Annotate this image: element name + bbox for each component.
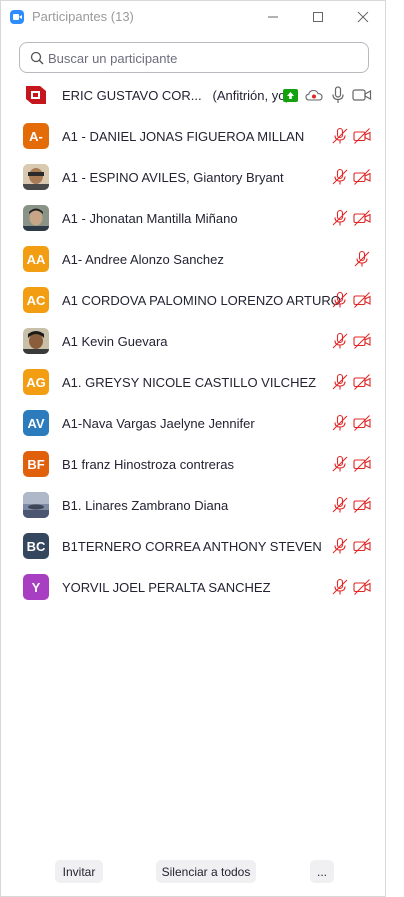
participant-name: B1TERNERO CORREA ANTHONY STEVEN bbox=[62, 539, 322, 554]
participant-avatar: AV bbox=[23, 410, 49, 436]
participant-avatar: BC bbox=[23, 533, 49, 559]
close-button[interactable] bbox=[340, 1, 385, 33]
participant-name: B1. Linares Zambrano Diana bbox=[62, 498, 229, 513]
participant-avatar: A- bbox=[23, 123, 49, 149]
participant-name: A1 - Jhonatan Mantilla Miñano bbox=[62, 211, 238, 226]
close-icon bbox=[357, 11, 368, 23]
video-off-icon[interactable] bbox=[353, 209, 371, 227]
video-off-icon[interactable] bbox=[353, 291, 371, 309]
microphone-icon[interactable] bbox=[330, 86, 346, 104]
muted-microphone-icon[interactable] bbox=[331, 455, 349, 473]
participant-row-host[interactable]: ERIC GUSTAVO COR... (Anfitrión, yo) bbox=[1, 75, 387, 116]
participant-avatar: AG bbox=[23, 369, 49, 395]
muted-microphone-icon[interactable] bbox=[331, 537, 349, 555]
host-name-text: ERIC GUSTAVO COR... bbox=[62, 88, 202, 103]
participant-avatar: AA bbox=[23, 246, 49, 272]
video-off-icon[interactable] bbox=[353, 578, 371, 596]
mute-all-button[interactable]: Silenciar a todos bbox=[156, 860, 256, 883]
muted-microphone-icon[interactable] bbox=[353, 250, 371, 268]
muted-microphone-icon[interactable] bbox=[331, 332, 349, 350]
participant-avatar: BF bbox=[23, 451, 49, 477]
search-input[interactable]: Buscar un participante bbox=[48, 51, 177, 66]
participant-avatar-photo bbox=[23, 328, 49, 354]
participant-row[interactable]: AC A1 CORDOVA PALOMINO LORENZO ARTURO bbox=[1, 280, 387, 321]
video-off-icon[interactable] bbox=[353, 414, 371, 432]
participant-avatar-photo bbox=[23, 205, 49, 231]
title-bar: Participantes (13) bbox=[1, 1, 387, 33]
video-off-icon[interactable] bbox=[353, 168, 371, 186]
participant-name: A1 CORDOVA PALOMINO LORENZO ARTURO bbox=[62, 293, 341, 308]
minimize-icon bbox=[267, 16, 278, 18]
share-screen-icon bbox=[283, 89, 298, 102]
host-name: ERIC GUSTAVO COR... (Anfitrión, yo) bbox=[62, 88, 290, 103]
participant-avatar-photo bbox=[23, 164, 49, 190]
maximize-button[interactable] bbox=[295, 1, 340, 33]
host-avatar bbox=[23, 82, 49, 108]
search-icon bbox=[30, 51, 44, 65]
participant-name: A1. GREYSY NICOLE CASTILLO VILCHEZ bbox=[62, 375, 317, 390]
participant-row[interactable]: AV A1-Nava Vargas Jaelyne Jennifer bbox=[1, 403, 387, 444]
participant-row[interactable]: A1 - Jhonatan Mantilla Miñano bbox=[1, 198, 387, 239]
video-off-icon[interactable] bbox=[353, 455, 371, 473]
host-tag: (Anfitrión, yo) bbox=[212, 88, 290, 103]
muted-microphone-icon[interactable] bbox=[331, 578, 349, 596]
muted-microphone-icon[interactable] bbox=[331, 168, 349, 186]
muted-microphone-icon[interactable] bbox=[331, 291, 349, 309]
muted-microphone-icon[interactable] bbox=[331, 209, 349, 227]
zoom-app-icon bbox=[10, 10, 24, 24]
participant-name: A1- Andree Alonzo Sanchez bbox=[62, 252, 224, 267]
participant-row[interactable]: A1 Kevin Guevara bbox=[1, 321, 387, 362]
maximize-icon bbox=[312, 12, 323, 22]
more-options-button[interactable]: ... bbox=[310, 860, 334, 883]
cloud-recording-icon bbox=[305, 89, 323, 101]
minimize-button[interactable] bbox=[250, 1, 295, 33]
participant-row[interactable]: AA A1- Andree Alonzo Sanchez bbox=[1, 239, 387, 280]
participants-window: Participantes (13) Buscar un participant… bbox=[0, 0, 386, 897]
search-field[interactable]: Buscar un participante bbox=[19, 42, 369, 73]
muted-microphone-icon[interactable] bbox=[331, 414, 349, 432]
muted-microphone-icon[interactable] bbox=[331, 373, 349, 391]
participant-row[interactable]: A1 - ESPINO AVILES, Giantory Bryant bbox=[1, 157, 387, 198]
participant-name: YORVIL JOEL PERALTA SANCHEZ bbox=[62, 580, 271, 595]
participant-avatar-photo bbox=[23, 492, 49, 518]
participant-row[interactable]: B1. Linares Zambrano Diana bbox=[1, 485, 387, 526]
video-off-icon[interactable] bbox=[353, 127, 371, 145]
participant-row[interactable]: BC B1TERNERO CORREA ANTHONY STEVEN bbox=[1, 526, 387, 567]
participant-row[interactable]: Y YORVIL JOEL PERALTA SANCHEZ bbox=[1, 567, 387, 608]
participant-name: A1 - DANIEL JONAS FIGUEROA MILLAN bbox=[62, 129, 305, 144]
video-off-icon[interactable] bbox=[353, 537, 371, 555]
participant-row[interactable]: A- A1 - DANIEL JONAS FIGUEROA MILLAN bbox=[1, 116, 387, 157]
muted-microphone-icon[interactable] bbox=[331, 127, 349, 145]
video-off-icon[interactable] bbox=[353, 373, 371, 391]
participant-avatar: Y bbox=[23, 574, 49, 600]
video-off-icon[interactable] bbox=[353, 332, 371, 350]
invite-button[interactable]: Invitar bbox=[55, 860, 103, 883]
video-off-icon[interactable] bbox=[353, 496, 371, 514]
camera-icon[interactable] bbox=[352, 87, 372, 103]
participant-row[interactable]: BF B1 franz Hinostroza contreras bbox=[1, 444, 387, 485]
participant-avatar: AC bbox=[23, 287, 49, 313]
window-title: Participantes (13) bbox=[32, 9, 134, 24]
participant-name: A1 Kevin Guevara bbox=[62, 334, 168, 349]
participant-name: A1-Nava Vargas Jaelyne Jennifer bbox=[62, 416, 255, 431]
participant-name: B1 franz Hinostroza contreras bbox=[62, 457, 234, 472]
participant-row[interactable]: AG A1. GREYSY NICOLE CASTILLO VILCHEZ bbox=[1, 362, 387, 403]
muted-microphone-icon[interactable] bbox=[331, 496, 349, 514]
participant-name: A1 - ESPINO AVILES, Giantory Bryant bbox=[62, 170, 284, 185]
